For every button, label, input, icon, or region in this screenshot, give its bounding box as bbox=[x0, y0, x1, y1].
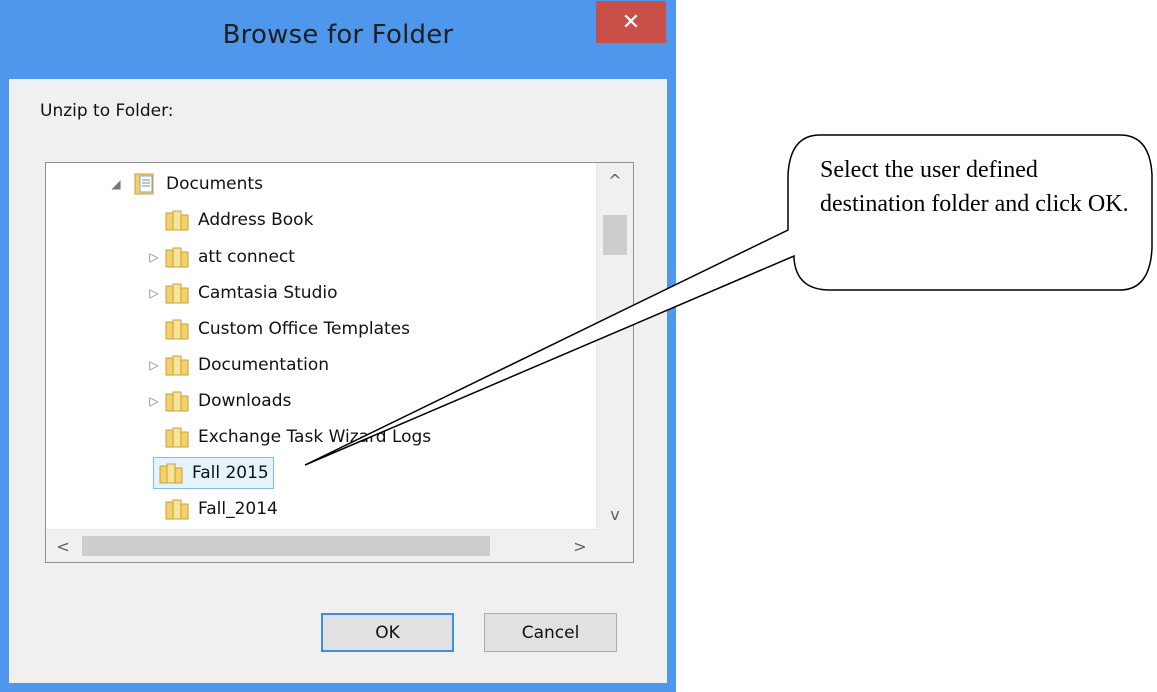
callout-bubble bbox=[304, 134, 1153, 466]
callout-text: Select the user defined destination fold… bbox=[820, 157, 1129, 217]
